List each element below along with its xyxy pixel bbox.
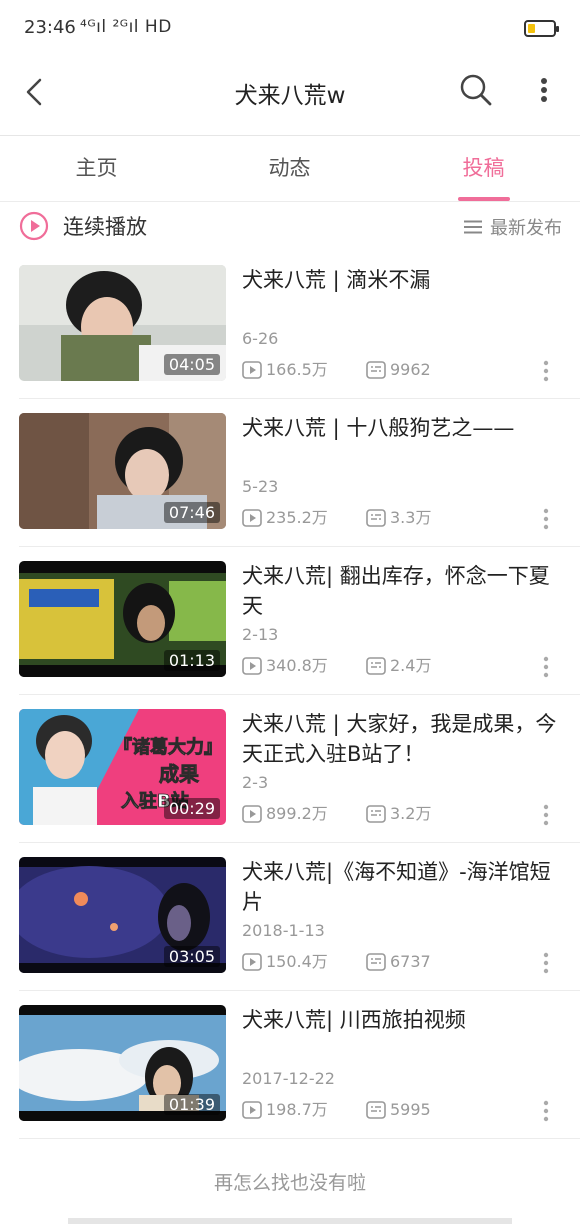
status-bar: 23:46 ⁴ᴳıl ²ᴳıl HD xyxy=(0,0,580,60)
video-duration: 04:05 xyxy=(163,354,220,375)
danmaku-icon xyxy=(366,657,386,675)
view-count-value: 899.2万 xyxy=(266,804,328,823)
video-stats: 198.7万 5995 xyxy=(242,1098,542,1122)
video-duration: 07:46 xyxy=(163,502,220,523)
video-date: 2017-12-22 xyxy=(242,1069,335,1088)
danmaku-count-value: 6737 xyxy=(390,952,431,971)
continuous-play-button[interactable] xyxy=(19,211,49,241)
video-thumbnail[interactable]: 01:13 xyxy=(19,561,226,677)
video-list-item[interactable]: 01:39 犬来八荒| 川西旅拍视频 2017-12-22 198.7万 599… xyxy=(0,991,580,1139)
video-date: 2-3 xyxy=(242,773,269,792)
video-list-item[interactable]: 04:05 犬来八荒 | 滴米不漏 6-26 166.5万 9962 xyxy=(0,251,580,399)
battery-icon xyxy=(524,20,559,37)
play-count-icon xyxy=(242,361,262,379)
more-options-button[interactable] xyxy=(528,72,560,108)
video-thumbnail[interactable]: 07:46 xyxy=(19,413,226,529)
view-count-value: 150.4万 xyxy=(266,952,328,971)
video-list-item[interactable]: 『诸葛大力』 成果 入驻B站 00:29 犬来八荒 | 大家好，我是成果，今天正… xyxy=(0,695,580,843)
tab-home[interactable]: 主页 xyxy=(0,136,193,202)
video-date: 2018-1-13 xyxy=(242,921,325,940)
video-list-item[interactable]: 01:13 犬来八荒| 翻出库存，怀念一下夏天 2-13 340.8万 2.4万 xyxy=(0,547,580,695)
thumbnail-overlay-text-1: 『诸葛大力』 xyxy=(114,736,222,758)
view-count-value: 235.2万 xyxy=(266,508,328,527)
play-count-icon xyxy=(242,953,262,971)
signal-indicator: ⁴ᴳıl ²ᴳıl HD xyxy=(80,17,172,37)
danmaku-count-value: 9962 xyxy=(390,360,431,379)
tab-bar: 主页 动态 投稿 xyxy=(0,136,580,202)
item-more-icon[interactable] xyxy=(536,655,556,679)
item-more-icon[interactable] xyxy=(536,951,556,975)
item-more-icon[interactable] xyxy=(536,359,556,383)
sort-button[interactable]: 最新发布 xyxy=(464,214,562,240)
video-title[interactable]: 犬来八荒 | 大家好，我是成果，今天正式入驻B站了！ xyxy=(242,709,562,769)
view-count-value: 198.7万 xyxy=(266,1100,328,1119)
battery-level xyxy=(528,24,535,33)
end-of-list-text: 再怎么找也没有啦 xyxy=(213,1172,366,1194)
view-count-value: 340.8万 xyxy=(266,656,328,675)
search-icon xyxy=(460,74,492,106)
video-title[interactable]: 犬来八荒 | 滴米不漏 xyxy=(242,265,562,295)
danmaku-count-value: 3.3万 xyxy=(390,508,432,527)
danmaku-icon xyxy=(366,953,386,971)
play-count-icon xyxy=(242,657,262,675)
video-thumbnail[interactable]: 01:39 xyxy=(19,1005,226,1121)
item-more-icon[interactable] xyxy=(536,507,556,531)
divider xyxy=(19,1138,580,1139)
play-circle-icon xyxy=(19,211,49,241)
play-count-icon xyxy=(242,509,262,527)
video-duration: 03:05 xyxy=(163,946,220,967)
play-count-icon xyxy=(242,805,262,823)
video-list-item[interactable]: 07:46 犬来八荒 | 十八般狗艺之—— 5-23 235.2万 3.3万 xyxy=(0,399,580,547)
list-sort-icon xyxy=(464,220,482,234)
danmaku-count-value: 5995 xyxy=(390,1100,431,1119)
tab-submissions[interactable]: 投稿 xyxy=(387,136,580,202)
view-count-value: 166.5万 xyxy=(266,360,328,379)
sort-label: 最新发布 xyxy=(490,218,562,239)
item-more-icon[interactable] xyxy=(536,803,556,827)
danmaku-icon xyxy=(366,1101,386,1119)
video-stats: 150.4万 6737 xyxy=(242,950,542,974)
danmaku-icon xyxy=(366,509,386,527)
video-thumbnail[interactable]: 04:05 xyxy=(19,265,226,381)
tab-dynamics[interactable]: 动态 xyxy=(193,136,386,202)
danmaku-count-value: 3.2万 xyxy=(390,804,432,823)
video-title[interactable]: 犬来八荒|《海不知道》-海洋馆短片 xyxy=(242,857,562,917)
video-title[interactable]: 犬来八荒| 川西旅拍视频 xyxy=(242,1005,562,1035)
bottom-bar-edge xyxy=(68,1218,512,1224)
item-more-icon[interactable] xyxy=(536,1099,556,1123)
video-stats: 166.5万 9962 xyxy=(242,358,542,382)
video-list-item[interactable]: 03:05 犬来八荒|《海不知道》-海洋馆短片 2018-1-13 150.4万… xyxy=(0,843,580,991)
search-button[interactable] xyxy=(458,72,494,108)
more-vertical-icon xyxy=(541,78,547,102)
danmaku-icon xyxy=(366,361,386,379)
play-bar: 连续播放 最新发布 xyxy=(0,202,580,252)
play-count-icon xyxy=(242,1101,262,1119)
video-stats: 899.2万 3.2万 xyxy=(242,802,542,826)
video-date: 2-13 xyxy=(242,625,279,644)
video-thumbnail[interactable]: 03:05 xyxy=(19,857,226,973)
video-duration: 01:39 xyxy=(163,1094,220,1115)
video-stats: 235.2万 3.3万 xyxy=(242,506,542,530)
video-date: 6-26 xyxy=(242,329,279,348)
status-time: 23:46 xyxy=(24,17,76,38)
video-stats: 340.8万 2.4万 xyxy=(242,654,542,678)
video-title[interactable]: 犬来八荒 | 十八般狗艺之—— xyxy=(242,413,562,443)
video-duration: 00:29 xyxy=(163,798,220,819)
video-title[interactable]: 犬来八荒| 翻出库存，怀念一下夏天 xyxy=(242,561,562,621)
thumbnail-overlay-text-2: 成果 xyxy=(159,762,199,786)
video-date: 5-23 xyxy=(242,477,279,496)
continuous-play-label[interactable]: 连续播放 xyxy=(63,211,147,241)
danmaku-count-value: 2.4万 xyxy=(390,656,432,675)
video-thumbnail[interactable]: 『诸葛大力』 成果 入驻B站 00:29 xyxy=(19,709,226,825)
tab-active-indicator xyxy=(458,197,510,201)
video-duration: 01:13 xyxy=(163,650,220,671)
nav-bar: 犬来八荒w xyxy=(0,60,580,136)
danmaku-icon xyxy=(366,805,386,823)
